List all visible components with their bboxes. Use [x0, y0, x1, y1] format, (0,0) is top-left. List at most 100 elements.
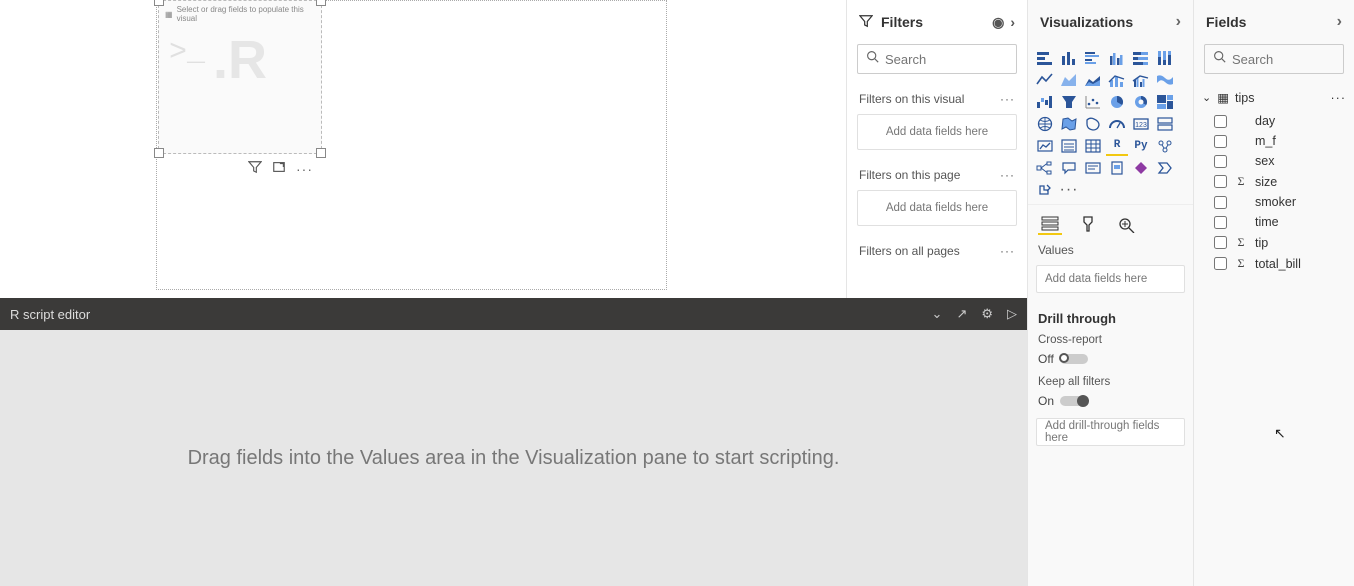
popout-editor-icon[interactable]: ↗	[956, 306, 967, 322]
waterfall-chart-icon[interactable]	[1034, 92, 1056, 112]
analytics-tab-icon[interactable]	[1114, 213, 1138, 235]
field-checkbox[interactable]	[1214, 216, 1227, 229]
field-checkbox[interactable]	[1214, 135, 1227, 148]
line-column-chart-icon[interactable]	[1106, 70, 1128, 90]
r-visual-icon[interactable]: R	[1106, 136, 1128, 156]
cross-report-toggle[interactable]	[1060, 354, 1088, 364]
power-automate-icon[interactable]	[1154, 158, 1176, 178]
qa-visual-icon[interactable]	[1058, 158, 1080, 178]
hundred-stacked-column-icon[interactable]	[1154, 48, 1176, 68]
more-icon[interactable]: ···	[1058, 180, 1080, 200]
section-more-icon[interactable]: ···	[1000, 92, 1015, 106]
paginated-report-icon[interactable]	[1106, 158, 1128, 178]
line-chart-icon[interactable]	[1034, 70, 1056, 90]
collapse-icon[interactable]: ›	[1176, 13, 1181, 31]
donut-chart-icon[interactable]	[1130, 92, 1152, 112]
stacked-area-chart-icon[interactable]	[1082, 70, 1104, 90]
fields-search[interactable]	[1204, 44, 1344, 74]
field-checkbox[interactable]	[1214, 236, 1227, 249]
field-label: total_bill	[1255, 257, 1301, 271]
filters-page-title: Filters on this page ···	[847, 160, 1027, 186]
clustered-column-chart-icon[interactable]	[1106, 48, 1128, 68]
gauge-icon[interactable]	[1106, 114, 1128, 134]
get-more-visuals-icon[interactable]	[1034, 180, 1056, 200]
resize-handle-br[interactable]	[316, 148, 326, 158]
stacked-column-chart-icon[interactable]	[1058, 48, 1080, 68]
area-chart-icon[interactable]	[1058, 70, 1080, 90]
table-icon[interactable]	[1082, 136, 1104, 156]
resize-handle-tl[interactable]	[154, 0, 164, 6]
field-label: day	[1255, 114, 1275, 128]
drill-through-title: Drill through	[1028, 303, 1193, 330]
stacked-bar-chart-icon[interactable]	[1034, 48, 1056, 68]
field-label: time	[1255, 215, 1279, 229]
line-clustered-column-icon[interactable]	[1130, 70, 1152, 90]
show-hide-icon[interactable]: ◉	[992, 14, 1004, 31]
run-script-icon[interactable]: ▷	[1007, 306, 1017, 322]
card-icon[interactable]: 123	[1130, 114, 1152, 134]
field-checkbox[interactable]	[1214, 257, 1227, 270]
field-time[interactable]: time	[1194, 212, 1354, 232]
field-day[interactable]: day	[1194, 111, 1354, 131]
decomposition-tree-icon[interactable]	[1034, 158, 1056, 178]
filters-search[interactable]	[857, 44, 1017, 74]
filter-icon[interactable]	[248, 160, 262, 177]
pie-chart-icon[interactable]	[1106, 92, 1128, 112]
fields-tab-icon[interactable]	[1038, 213, 1062, 235]
r-script-editor-body[interactable]: Drag fields into the Values area in the …	[0, 330, 1027, 586]
field-smoker[interactable]: smoker	[1194, 192, 1354, 212]
r-visual-placeholder[interactable]: ▦ Select or drag fields to populate this…	[158, 0, 322, 154]
focus-mode-icon[interactable]	[272, 160, 286, 177]
clustered-bar-chart-icon[interactable]	[1082, 48, 1104, 68]
multi-row-card-icon[interactable]	[1154, 114, 1176, 134]
field-checkbox[interactable]	[1214, 155, 1227, 168]
collapse-icon[interactable]: ›	[1010, 14, 1015, 30]
field-sex[interactable]: sex	[1194, 151, 1354, 171]
field-size[interactable]: Σsize	[1194, 171, 1354, 192]
drill-through-drop[interactable]: Add drill-through fields here	[1036, 418, 1185, 446]
scatter-chart-icon[interactable]	[1082, 92, 1104, 112]
field-total_bill[interactable]: Σtotal_bill	[1194, 253, 1354, 274]
resize-handle-tr[interactable]	[316, 0, 326, 6]
map-icon[interactable]	[1034, 114, 1056, 134]
field-checkbox[interactable]	[1214, 175, 1227, 188]
table-tips[interactable]: ⌄ ▦ tips ···	[1194, 84, 1354, 111]
treemap-icon[interactable]	[1154, 92, 1176, 112]
keep-filters-toggle[interactable]	[1060, 396, 1088, 406]
filters-page-drop[interactable]: Add data fields here	[857, 190, 1017, 226]
section-more-icon[interactable]: ···	[1000, 168, 1015, 182]
kpi-icon[interactable]	[1034, 136, 1056, 156]
viz-subtabs	[1028, 204, 1193, 239]
field-checkbox[interactable]	[1214, 115, 1227, 128]
funnel-chart-icon[interactable]	[1058, 92, 1080, 112]
search-icon	[866, 50, 879, 68]
slicer-icon[interactable]	[1058, 136, 1080, 156]
key-influencers-icon[interactable]	[1154, 136, 1176, 156]
more-options-icon[interactable]: ···	[296, 161, 313, 177]
sigma-icon: Σ	[1235, 256, 1247, 271]
field-label: m_f	[1255, 134, 1276, 148]
power-apps-icon[interactable]	[1130, 158, 1152, 178]
collapse-icon[interactable]: ›	[1337, 13, 1342, 31]
field-checkbox[interactable]	[1214, 196, 1227, 209]
fields-search-input[interactable]	[1232, 52, 1354, 67]
smart-narrative-icon[interactable]	[1082, 158, 1104, 178]
python-visual-icon[interactable]: Py	[1130, 136, 1152, 156]
values-drop[interactable]: Add data fields here	[1036, 265, 1185, 293]
table-name: tips	[1235, 91, 1254, 105]
section-more-icon[interactable]: ···	[1000, 244, 1015, 258]
table-more-icon[interactable]: ···	[1331, 91, 1347, 105]
field-tip[interactable]: Σtip	[1194, 232, 1354, 253]
filled-map-icon[interactable]	[1058, 114, 1080, 134]
field-label: smoker	[1255, 195, 1296, 209]
resize-handle-bl[interactable]	[154, 148, 164, 158]
filters-visual-drop[interactable]: Add data fields here	[857, 114, 1017, 150]
format-tab-icon[interactable]	[1076, 213, 1100, 235]
minimize-editor-icon[interactable]: ⌄	[932, 306, 943, 322]
ribbon-chart-icon[interactable]	[1154, 70, 1176, 90]
field-m_f[interactable]: m_f	[1194, 131, 1354, 151]
script-settings-icon[interactable]: ⚙	[981, 306, 993, 322]
chevron-down-icon: ⌄	[1202, 91, 1211, 104]
hundred-stacked-bar-icon[interactable]	[1130, 48, 1152, 68]
shape-map-icon[interactable]	[1082, 114, 1104, 134]
